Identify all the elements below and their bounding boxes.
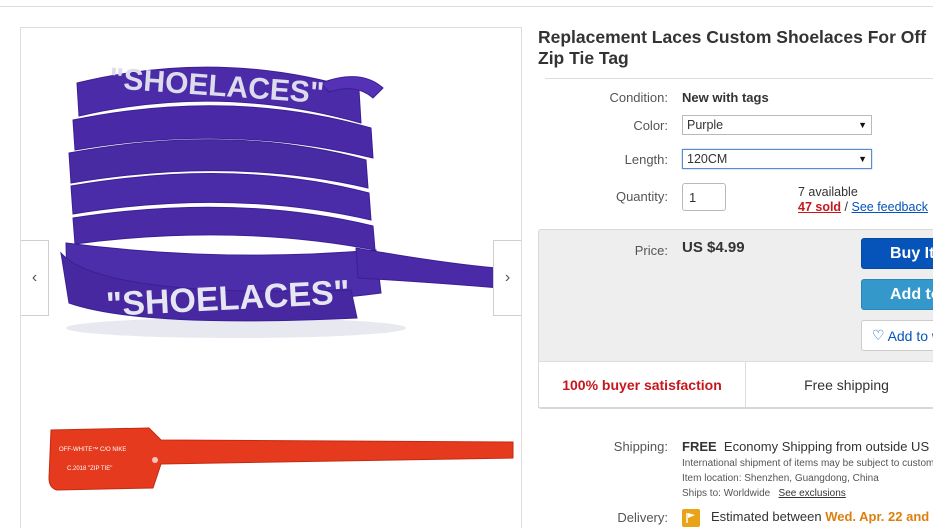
delivery-date: Wed. Apr. 22 and	[825, 509, 930, 524]
color-selected-value: Purple	[687, 118, 724, 132]
title-divider	[545, 78, 933, 79]
shipping-label: Shipping:	[613, 439, 668, 454]
gallery-next-button[interactable]: ›	[493, 240, 521, 316]
tag-print-top: OFF-WHITE™ C/O NIKE	[59, 446, 126, 453]
shipping-summary: FREE Economy Shipping from outside US	[682, 439, 929, 454]
sold-count-link[interactable]: 47 sold	[798, 200, 841, 214]
delivery-prefix: Estimated between	[711, 509, 826, 524]
price-value: US $4.99	[682, 239, 745, 256]
see-feedback-link[interactable]: See feedback	[852, 200, 928, 214]
add-to-cart-button[interactable]: Add to cart	[861, 279, 933, 310]
shipping-free: FREE	[682, 439, 717, 454]
length-selected-value: 120CM	[687, 152, 728, 166]
intl-shipping-note: International shipment of items may be s…	[682, 458, 933, 469]
quantity-input[interactable]: 1	[682, 183, 726, 211]
buy-it-now-button[interactable]: Buy It Now	[861, 238, 933, 269]
see-exclusions-link[interactable]: See exclusions	[779, 488, 846, 499]
available-count: 7 available	[798, 185, 858, 199]
sold-feedback-line: 47 sold / See feedback	[798, 200, 928, 214]
ships-to: Ships to: Worldwide	[682, 488, 771, 499]
length-select[interactable]: 120CM ▼	[682, 149, 872, 169]
dropdown-arrow-icon: ▼	[858, 120, 867, 130]
add-to-watchlist-button[interactable]: ♡ Add to watchlist	[861, 320, 933, 351]
chevron-left-icon: ‹	[31, 269, 38, 286]
length-label: Length:	[624, 152, 668, 167]
ships-to-line: Ships to: Worldwide See exclusions	[682, 488, 846, 499]
buyer-satisfaction-badge: 100% buyer satisfaction	[539, 362, 746, 407]
listing-title: Replacement Laces Custom Shoelaces For O…	[538, 27, 927, 68]
heart-icon: ♡	[872, 327, 885, 343]
delivery-estimate: Estimated between Wed. Apr. 22 and	[711, 509, 929, 524]
quantity-label: Quantity:	[615, 189, 668, 204]
tag-print-bottom: C.2018 "ZIP TIE"	[67, 466, 112, 472]
dropdown-arrow-icon: ▼	[858, 154, 867, 164]
image-gallery[interactable]: "SHOELACES" "SHOELACES" OFF-WHITE™ C/O N…	[20, 27, 522, 528]
flag-icon	[682, 509, 700, 527]
free-shipping-badge: Free shipping	[804, 376, 889, 393]
price-panel-badges: 100% buyer satisfaction Free shipping	[538, 361, 933, 408]
price-label: Price:	[634, 243, 668, 258]
sold-separator: /	[841, 200, 852, 214]
top-divider	[0, 6, 933, 7]
item-location: Item location: Shenzhen, Guangdong, Chin…	[682, 473, 879, 484]
delivery-label: Delivery:	[617, 510, 668, 525]
watchlist-label: Add to watchlist	[887, 327, 933, 344]
color-label: Color:	[633, 118, 668, 133]
chevron-right-icon: ›	[504, 269, 511, 286]
condition-value: New with tags	[682, 90, 769, 105]
condition-label: Condition:	[609, 90, 668, 105]
gallery-prev-button[interactable]: ‹	[21, 240, 49, 316]
product-image: "SHOELACES" "SHOELACES" OFF-WHITE™ C/O N…	[48, 62, 514, 491]
color-select[interactable]: Purple ▼	[682, 115, 872, 135]
shipping-method: Economy Shipping from outside US	[723, 439, 930, 454]
